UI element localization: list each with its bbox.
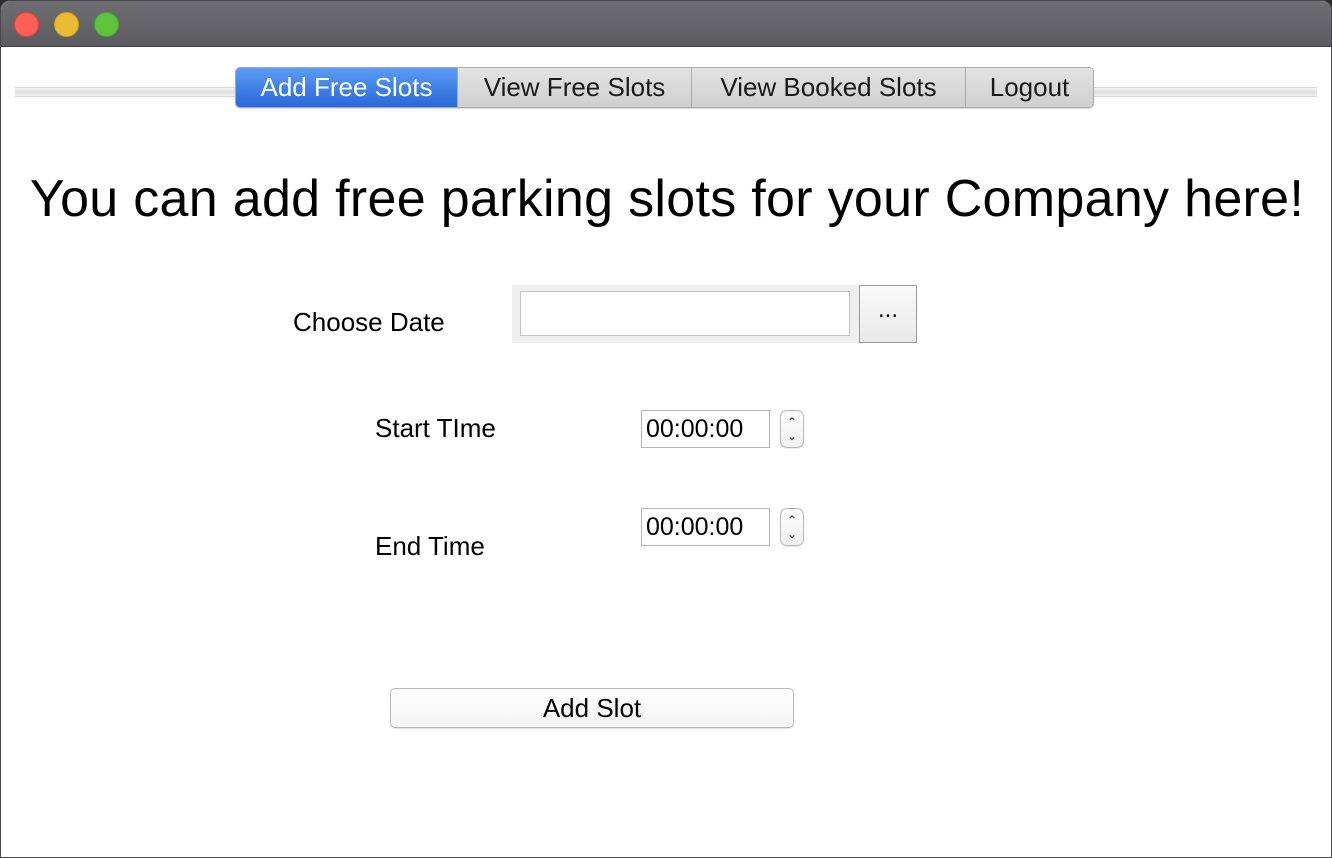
start-time-field[interactable]: 00:00:00 xyxy=(641,410,770,448)
tab-view-booked-slots[interactable]: View Booked Slots xyxy=(691,68,965,107)
end-time-spinner[interactable]: ⌃ ⌄ xyxy=(780,508,804,546)
minimize-window-button[interactable] xyxy=(54,12,79,37)
choose-date-label: Choose Date xyxy=(293,307,445,337)
chevron-up-icon[interactable]: ⌃ xyxy=(787,415,797,429)
date-picker-button[interactable]: ... xyxy=(859,285,917,343)
app-window: Add Free Slots View Free Slots View Book… xyxy=(0,0,1332,858)
close-window-button[interactable] xyxy=(14,12,39,37)
tab-bar: Add Free Slots View Free Slots View Book… xyxy=(235,67,1094,108)
chevron-up-icon[interactable]: ⌃ xyxy=(787,513,797,527)
end-time-field[interactable]: 00:00:00 xyxy=(641,508,770,546)
chevron-down-icon[interactable]: ⌄ xyxy=(787,527,797,541)
page-heading: You can add free parking slots for your … xyxy=(29,170,1305,228)
add-slot-button[interactable]: Add Slot xyxy=(390,688,794,728)
title-bar xyxy=(1,1,1331,47)
chevron-down-icon[interactable]: ⌄ xyxy=(787,429,797,443)
maximize-window-button[interactable] xyxy=(94,12,119,37)
tab-add-free-slots[interactable]: Add Free Slots xyxy=(236,68,457,107)
date-input[interactable] xyxy=(520,291,850,336)
start-time-label: Start TIme xyxy=(375,413,496,443)
end-time-label: End Time xyxy=(375,531,485,561)
tab-logout[interactable]: Logout xyxy=(965,68,1093,107)
tab-view-free-slots[interactable]: View Free Slots xyxy=(457,68,691,107)
start-time-spinner[interactable]: ⌃ ⌄ xyxy=(780,410,804,448)
